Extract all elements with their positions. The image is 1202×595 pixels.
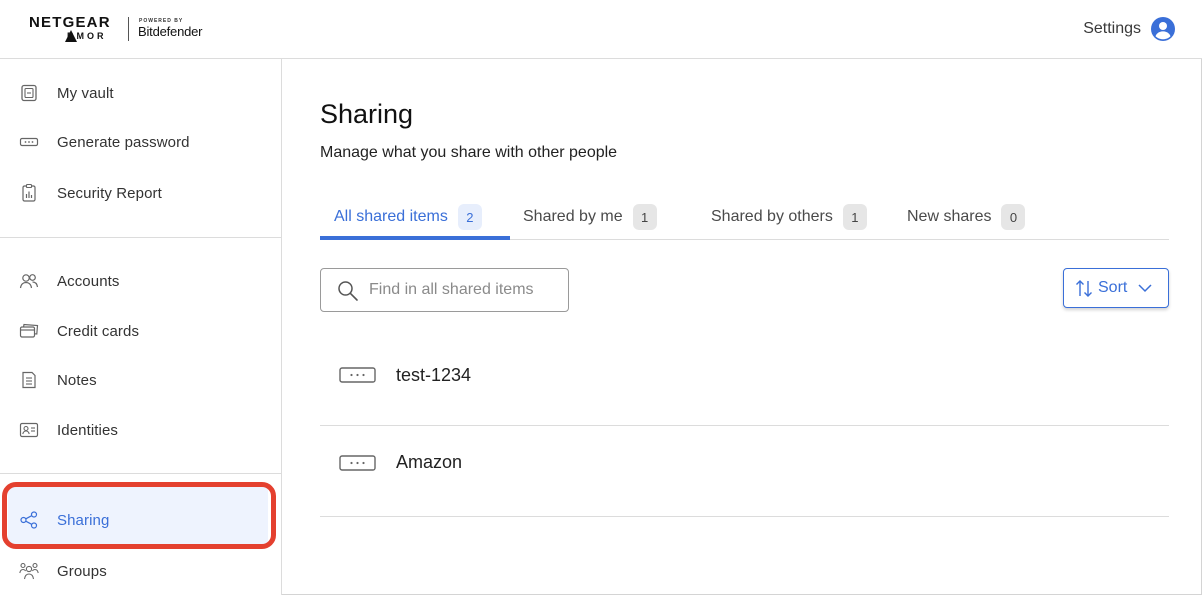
sort-arrows-icon [1076, 280, 1092, 297]
logo-armor-text: RMOR [67, 31, 107, 41]
identity-icon [19, 422, 39, 438]
password-field-icon [339, 367, 376, 383]
search-icon [338, 281, 358, 301]
tab-shared-by-me[interactable]: Shared by me 1 [523, 194, 657, 240]
tab-label: Shared by me [523, 208, 623, 225]
logo-divider [128, 17, 129, 41]
count-badge: 0 [1001, 204, 1026, 230]
sidebar-item-credit-cards[interactable]: Credit cards [0, 311, 281, 351]
accounts-icon [19, 274, 39, 289]
vault-icon [21, 84, 37, 102]
sidebar-item-generate-password[interactable]: Generate password [0, 122, 281, 162]
sidebar-item-accounts[interactable]: Accounts [0, 261, 281, 301]
count-badge: 1 [632, 204, 657, 230]
sidebar-item-label: Credit cards [57, 322, 140, 340]
sidebar-item-identities[interactable]: Identities [0, 410, 281, 450]
chevron-down-icon [1138, 284, 1152, 293]
list-item-test-1234[interactable]: test-1234 [320, 335, 1169, 425]
logo-netgear-text: NETGEAR [29, 14, 111, 31]
item-title: Amazon [396, 452, 463, 472]
active-tab-indicator [320, 236, 510, 240]
credit-card-icon [19, 323, 39, 338]
page-title: Sharing [320, 99, 414, 129]
sidebar-item-security-report[interactable]: Security Report [0, 173, 281, 213]
tab-all-shared-items[interactable]: All shared items 2 [334, 194, 482, 240]
report-icon [22, 183, 36, 202]
password-icon [19, 137, 39, 147]
top-header: NETGEAR RMOR POWERED BY Bitdefender Sett… [0, 0, 1202, 59]
sort-label: Sort [1098, 279, 1128, 296]
sidebar-divider [0, 237, 281, 238]
sidebar-item-label: Identities [57, 421, 119, 439]
settings-button[interactable]: Settings [1083, 16, 1175, 42]
password-field-icon [339, 455, 376, 471]
sharing-tabs: All shared items 2 Shared by me 1 Shared… [320, 194, 1169, 240]
highlight-annotation [2, 482, 276, 549]
notes-icon [22, 371, 36, 389]
page-subtitle: Manage what you share with other people [320, 144, 618, 161]
sidebar: My vault Generate password Security Repo… [0, 59, 282, 595]
sidebar-item-label: My vault [57, 84, 114, 102]
search-input[interactable] [369, 269, 564, 311]
sidebar-divider [0, 473, 281, 474]
user-account-icon [1151, 17, 1175, 41]
item-title: test-1234 [396, 365, 472, 385]
sidebar-item-groups[interactable]: Groups [0, 551, 281, 591]
tab-label: All shared items [334, 208, 448, 225]
groups-icon [19, 562, 39, 580]
sidebar-item-my-vault[interactable]: My vault [0, 73, 281, 113]
tab-shared-by-others[interactable]: Shared by others 1 [711, 194, 867, 240]
count-badge: 2 [457, 204, 482, 230]
sidebar-item-label: Notes [57, 371, 97, 389]
main-content: Sharing Manage what you share with other… [283, 59, 1202, 595]
list-item-amazon[interactable]: Amazon [320, 426, 1169, 516]
tab-new-shares[interactable]: New shares 0 [907, 194, 1026, 240]
logo-bitdefender-text: Bitdefender [138, 24, 203, 39]
settings-label: Settings [1083, 20, 1141, 37]
sidebar-item-label: Accounts [57, 272, 120, 290]
sort-button[interactable]: Sort [1063, 268, 1169, 308]
list-divider [320, 516, 1169, 517]
sidebar-item-label: Security Report [57, 184, 162, 202]
search-box[interactable] [320, 268, 569, 312]
count-badge: 1 [842, 204, 867, 230]
sidebar-item-label: Generate password [57, 133, 190, 151]
sidebar-item-notes[interactable]: Notes [0, 360, 281, 400]
sidebar-item-label: Groups [57, 562, 107, 580]
tab-label: Shared by others [711, 208, 833, 225]
tab-label: New shares [907, 208, 992, 225]
